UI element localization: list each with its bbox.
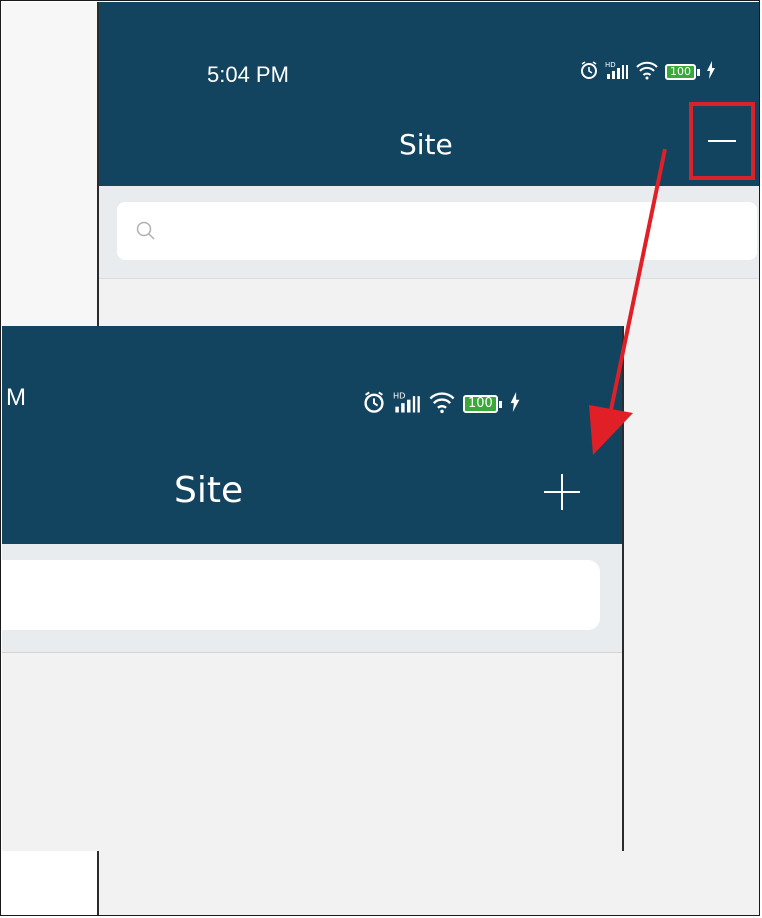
front-app-screen: M HD 100 Site	[2, 326, 624, 851]
wifi-icon	[635, 60, 659, 85]
status-time: 5:04 PM	[207, 62, 289, 87]
minus-icon	[708, 140, 736, 142]
minus-button[interactable]	[689, 102, 755, 180]
page-title: Site	[174, 470, 244, 511]
status-icons: HD 100	[362, 384, 521, 424]
back-header-bar: 5:04 PM HD 100 Site	[99, 2, 759, 186]
search-input[interactable]	[117, 202, 757, 260]
divider-line-bottom	[97, 851, 99, 915]
left-margin	[2, 2, 97, 332]
charging-icon	[509, 391, 521, 417]
plus-icon	[540, 474, 584, 518]
hd-signal-icon: HD	[605, 60, 629, 85]
wifi-icon	[428, 390, 456, 419]
battery-icon: 100	[665, 64, 700, 80]
alarm-icon	[362, 390, 386, 419]
search-icon	[135, 220, 157, 242]
page-title: Site	[399, 128, 453, 161]
alarm-icon	[579, 60, 599, 85]
front-header-bar: M HD 100 Site	[2, 326, 622, 544]
search-section	[2, 544, 622, 653]
hd-signal-icon: HD	[393, 390, 421, 419]
status-time: M	[6, 384, 26, 411]
composite-screenshot: 5:04 PM HD 100 Site M HD 100 Site	[0, 0, 760, 916]
search-input[interactable]	[2, 560, 600, 630]
svg-text:HD: HD	[393, 390, 405, 400]
battery-icon: 100	[463, 395, 502, 413]
plus-button[interactable]	[540, 470, 584, 514]
search-section	[99, 186, 759, 279]
left-margin-bottom	[2, 851, 97, 915]
charging-icon	[706, 60, 716, 84]
status-icons: HD 100	[579, 54, 716, 90]
svg-text:HD: HD	[605, 61, 616, 69]
